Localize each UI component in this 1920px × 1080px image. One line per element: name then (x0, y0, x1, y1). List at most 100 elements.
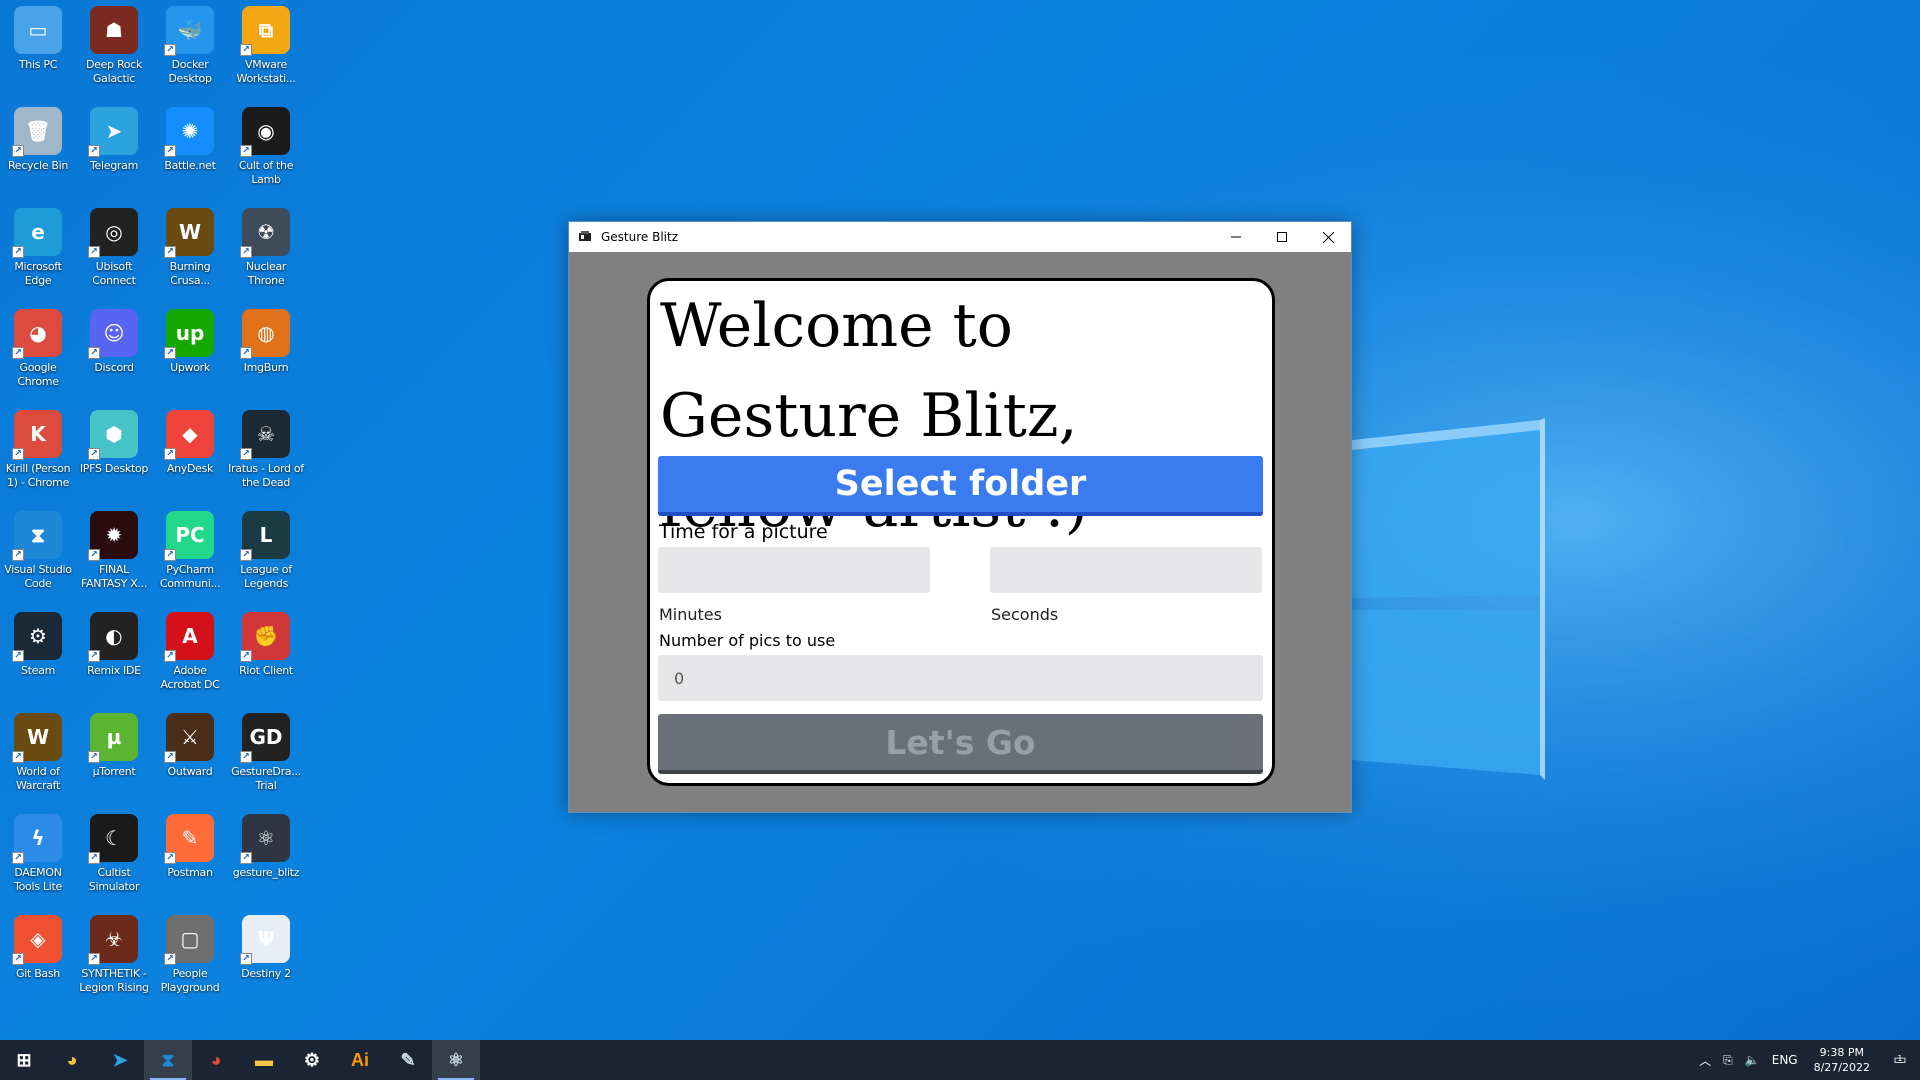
deep-rock-icon: ☗ (90, 6, 138, 54)
desktop-icon-label: Iratus - Lord of the Dead (228, 462, 304, 489)
shortcut-arrow-icon: ↗ (164, 448, 176, 460)
desktop-icon-label: Cult of the Lamb (238, 159, 294, 186)
desktop-icon[interactable]: K ↗ Kirill (Person 1) - Chrome (0, 404, 76, 500)
desktop-icon[interactable]: W ↗ Burning Crusa... (152, 202, 228, 298)
chrome-profile-taskbar-icon[interactable]: ◕ (192, 1040, 240, 1080)
desktop-icon[interactable]: ⚛ ↗ gesture_blitz (228, 808, 304, 904)
vscode-taskbar-icon[interactable]: ⧗ (144, 1040, 192, 1080)
shortcut-arrow-icon: ↗ (164, 650, 176, 662)
volume-icon[interactable]: 🔈 (1745, 1053, 1760, 1067)
desktop-icon[interactable]: ✺ ↗ Battle.net (152, 101, 228, 197)
imgburn-icon: ◍ ↗ (240, 309, 290, 359)
desktop-icon[interactable]: ◕ ↗ Google Chrome (0, 303, 76, 399)
desktop-icon-label: Riot Client (239, 664, 293, 677)
desktop-icon[interactable]: PC ↗ PyCharm Communi... (152, 505, 228, 601)
settings-icon[interactable]: ⚙ (288, 1040, 336, 1080)
desktop-icon[interactable]: ✹ ↗ FINAL FANTASY X... (76, 505, 152, 601)
shortcut-arrow-icon: ↗ (88, 145, 100, 157)
desktop-icon-label: Telegram (89, 159, 138, 172)
desktop-icon[interactable]: ✊ ↗ Riot Client (228, 606, 304, 702)
illustrator-icon[interactable]: Ai (336, 1040, 384, 1080)
file-explorer-icon[interactable]: ▬ (240, 1040, 288, 1080)
desktop-icon[interactable]: 🗑 ↗ Recycle Bin (0, 101, 76, 197)
select-folder-button[interactable]: Select folder (658, 456, 1263, 516)
system-tray: ︿ ⎘ 🔈 ENG 9:38 PM 8/27/2022 ▭ 1 (1693, 1040, 1920, 1080)
desktop-icon[interactable]: ☢ ↗ Nuclear Throne (228, 202, 304, 298)
desktop-icon[interactable]: ☺ ↗ Discord (76, 303, 152, 399)
pics-count-input[interactable] (658, 655, 1263, 701)
desktop-icon-label: Remix IDE (87, 664, 141, 677)
desktop-icon[interactable]: L ↗ League of Legends (228, 505, 304, 601)
electron-taskbar-icon[interactable]: ⚛ (432, 1040, 480, 1080)
desktop-icon[interactable]: Ψ ↗ Destiny 2 (228, 909, 304, 1005)
desktop-icon[interactable]: ◆ ↗ AnyDesk (152, 404, 228, 500)
minutes-input[interactable] (658, 547, 930, 593)
desktop-icon[interactable]: ▢ ↗ People Playground (152, 909, 228, 1005)
desktop-icon-label: Git Bash (16, 967, 60, 980)
desktop-icon-label: GestureDra... Trial (231, 765, 301, 792)
pc-icon: ▭ (14, 6, 62, 54)
desktop-icon-label: Steam (20, 664, 56, 677)
desktop-icon-label: µTorrent (92, 765, 136, 778)
desktop-icon[interactable]: ◍ ↗ ImgBurn (228, 303, 304, 399)
minimize-button[interactable] (1213, 222, 1259, 252)
wow-burning-crusade-icon: W ↗ (164, 208, 214, 258)
desktop-icon[interactable]: ⧗ ↗ Visual Studio Code (0, 505, 76, 601)
chrome-icon: ◕ ↗ (12, 309, 62, 359)
desktop-icon[interactable]: ▭ This PC (0, 0, 76, 96)
desktop-icon[interactable]: ◐ ↗ Remix IDE (76, 606, 152, 702)
desktop-icon[interactable]: ⚔ ↗ Outward (152, 707, 228, 803)
desktop-icon[interactable]: ☗ Deep Rock Galactic (76, 0, 152, 96)
window-title: Gesture Blitz (601, 230, 679, 244)
desktop-icon[interactable]: ✎ ↗ Postman (152, 808, 228, 904)
riot-icon: ✊ ↗ (240, 612, 290, 662)
synthetik-icon: ☣ ↗ (88, 915, 138, 965)
language-indicator[interactable]: ENG (1772, 1053, 1798, 1067)
desktop-icon[interactable]: W ↗ World of Warcraft (0, 707, 76, 803)
desktop-icon[interactable]: ➤ ↗ Telegram (76, 101, 152, 197)
shortcut-arrow-icon: ↗ (12, 549, 24, 561)
desktop-icon[interactable]: µ ↗ µTorrent (76, 707, 152, 803)
notification-center-button[interactable]: ▭ 1 (1880, 1040, 1920, 1080)
telegram-taskbar-icon[interactable]: ➤ (96, 1040, 144, 1080)
desktop-icon[interactable]: GD ↗ GestureDra... Trial (228, 707, 304, 803)
paint-app-icon[interactable]: ✎ (384, 1040, 432, 1080)
desktop-icon[interactable]: e ↗ Microsoft Edge (0, 202, 76, 298)
shortcut-arrow-icon: ↗ (12, 650, 24, 662)
maximize-button[interactable] (1259, 222, 1305, 252)
desktop-icon-label: Recycle Bin (7, 159, 69, 172)
desktop-icon[interactable]: 🐳 ↗ Docker Desktop (152, 0, 228, 96)
git-bash-icon: ◈ ↗ (12, 915, 62, 965)
desktop-icon[interactable]: ⚙ ↗ Steam (0, 606, 76, 702)
utorrent-icon: µ ↗ (88, 713, 138, 763)
desktop-icon-label: League of Legends (240, 563, 292, 590)
network-icon[interactable]: ⎘ (1723, 1053, 1733, 1068)
telegram-icon: ➤ ↗ (88, 107, 138, 157)
chrome-taskbar-icon[interactable]: ◕ (48, 1040, 96, 1080)
main-card: Welcome to Gesture Blitz, fellow artist … (647, 278, 1275, 786)
daemon-tools-icon: ϟ ↗ (12, 814, 62, 864)
lets-go-button[interactable]: Let's Go (658, 714, 1263, 774)
seconds-input[interactable] (990, 547, 1262, 593)
desktop-icon[interactable]: ◎ ↗ Ubisoft Connect (76, 202, 152, 298)
desktop-icon-label: IPFS Desktop (79, 462, 149, 475)
desktop-icon[interactable]: ◈ ↗ Git Bash (0, 909, 76, 1005)
desktop-icon[interactable]: A ↗ Adobe Acrobat DC (152, 606, 228, 702)
window-titlebar[interactable]: Gesture Blitz (569, 222, 1351, 252)
desktop-icon-label: Destiny 2 (241, 967, 291, 980)
desktop-icon[interactable]: ϟ ↗ DAEMON Tools Lite (0, 808, 76, 904)
desktop-icon[interactable]: up ↗ Upwork (152, 303, 228, 399)
desktop-icon[interactable]: ☣ ↗ SYNTHETIK - Legion Rising (76, 909, 152, 1005)
desktop-icon[interactable]: ☾ ↗ Cultist Simulator (76, 808, 152, 904)
minutes-label: Minutes (659, 605, 722, 624)
desktop-icon[interactable]: ⧉ ↗ VMware Workstati... (228, 0, 304, 96)
desktop-icon[interactable]: ◉ ↗ Cult of the Lamb (228, 101, 304, 197)
start-icon[interactable]: ⊞ (0, 1040, 48, 1080)
tray-chevron-icon[interactable]: ︿ (1699, 1052, 1711, 1069)
clock[interactable]: 9:38 PM 8/27/2022 (1814, 1045, 1870, 1075)
close-button[interactable] (1305, 222, 1351, 252)
shortcut-arrow-icon: ↗ (12, 145, 24, 157)
desktop-icon[interactable]: ⬢ ↗ IPFS Desktop (76, 404, 152, 500)
desktop-icon[interactable]: ☠ ↗ Iratus - Lord of the Dead (228, 404, 304, 500)
shortcut-arrow-icon: ↗ (240, 650, 252, 662)
